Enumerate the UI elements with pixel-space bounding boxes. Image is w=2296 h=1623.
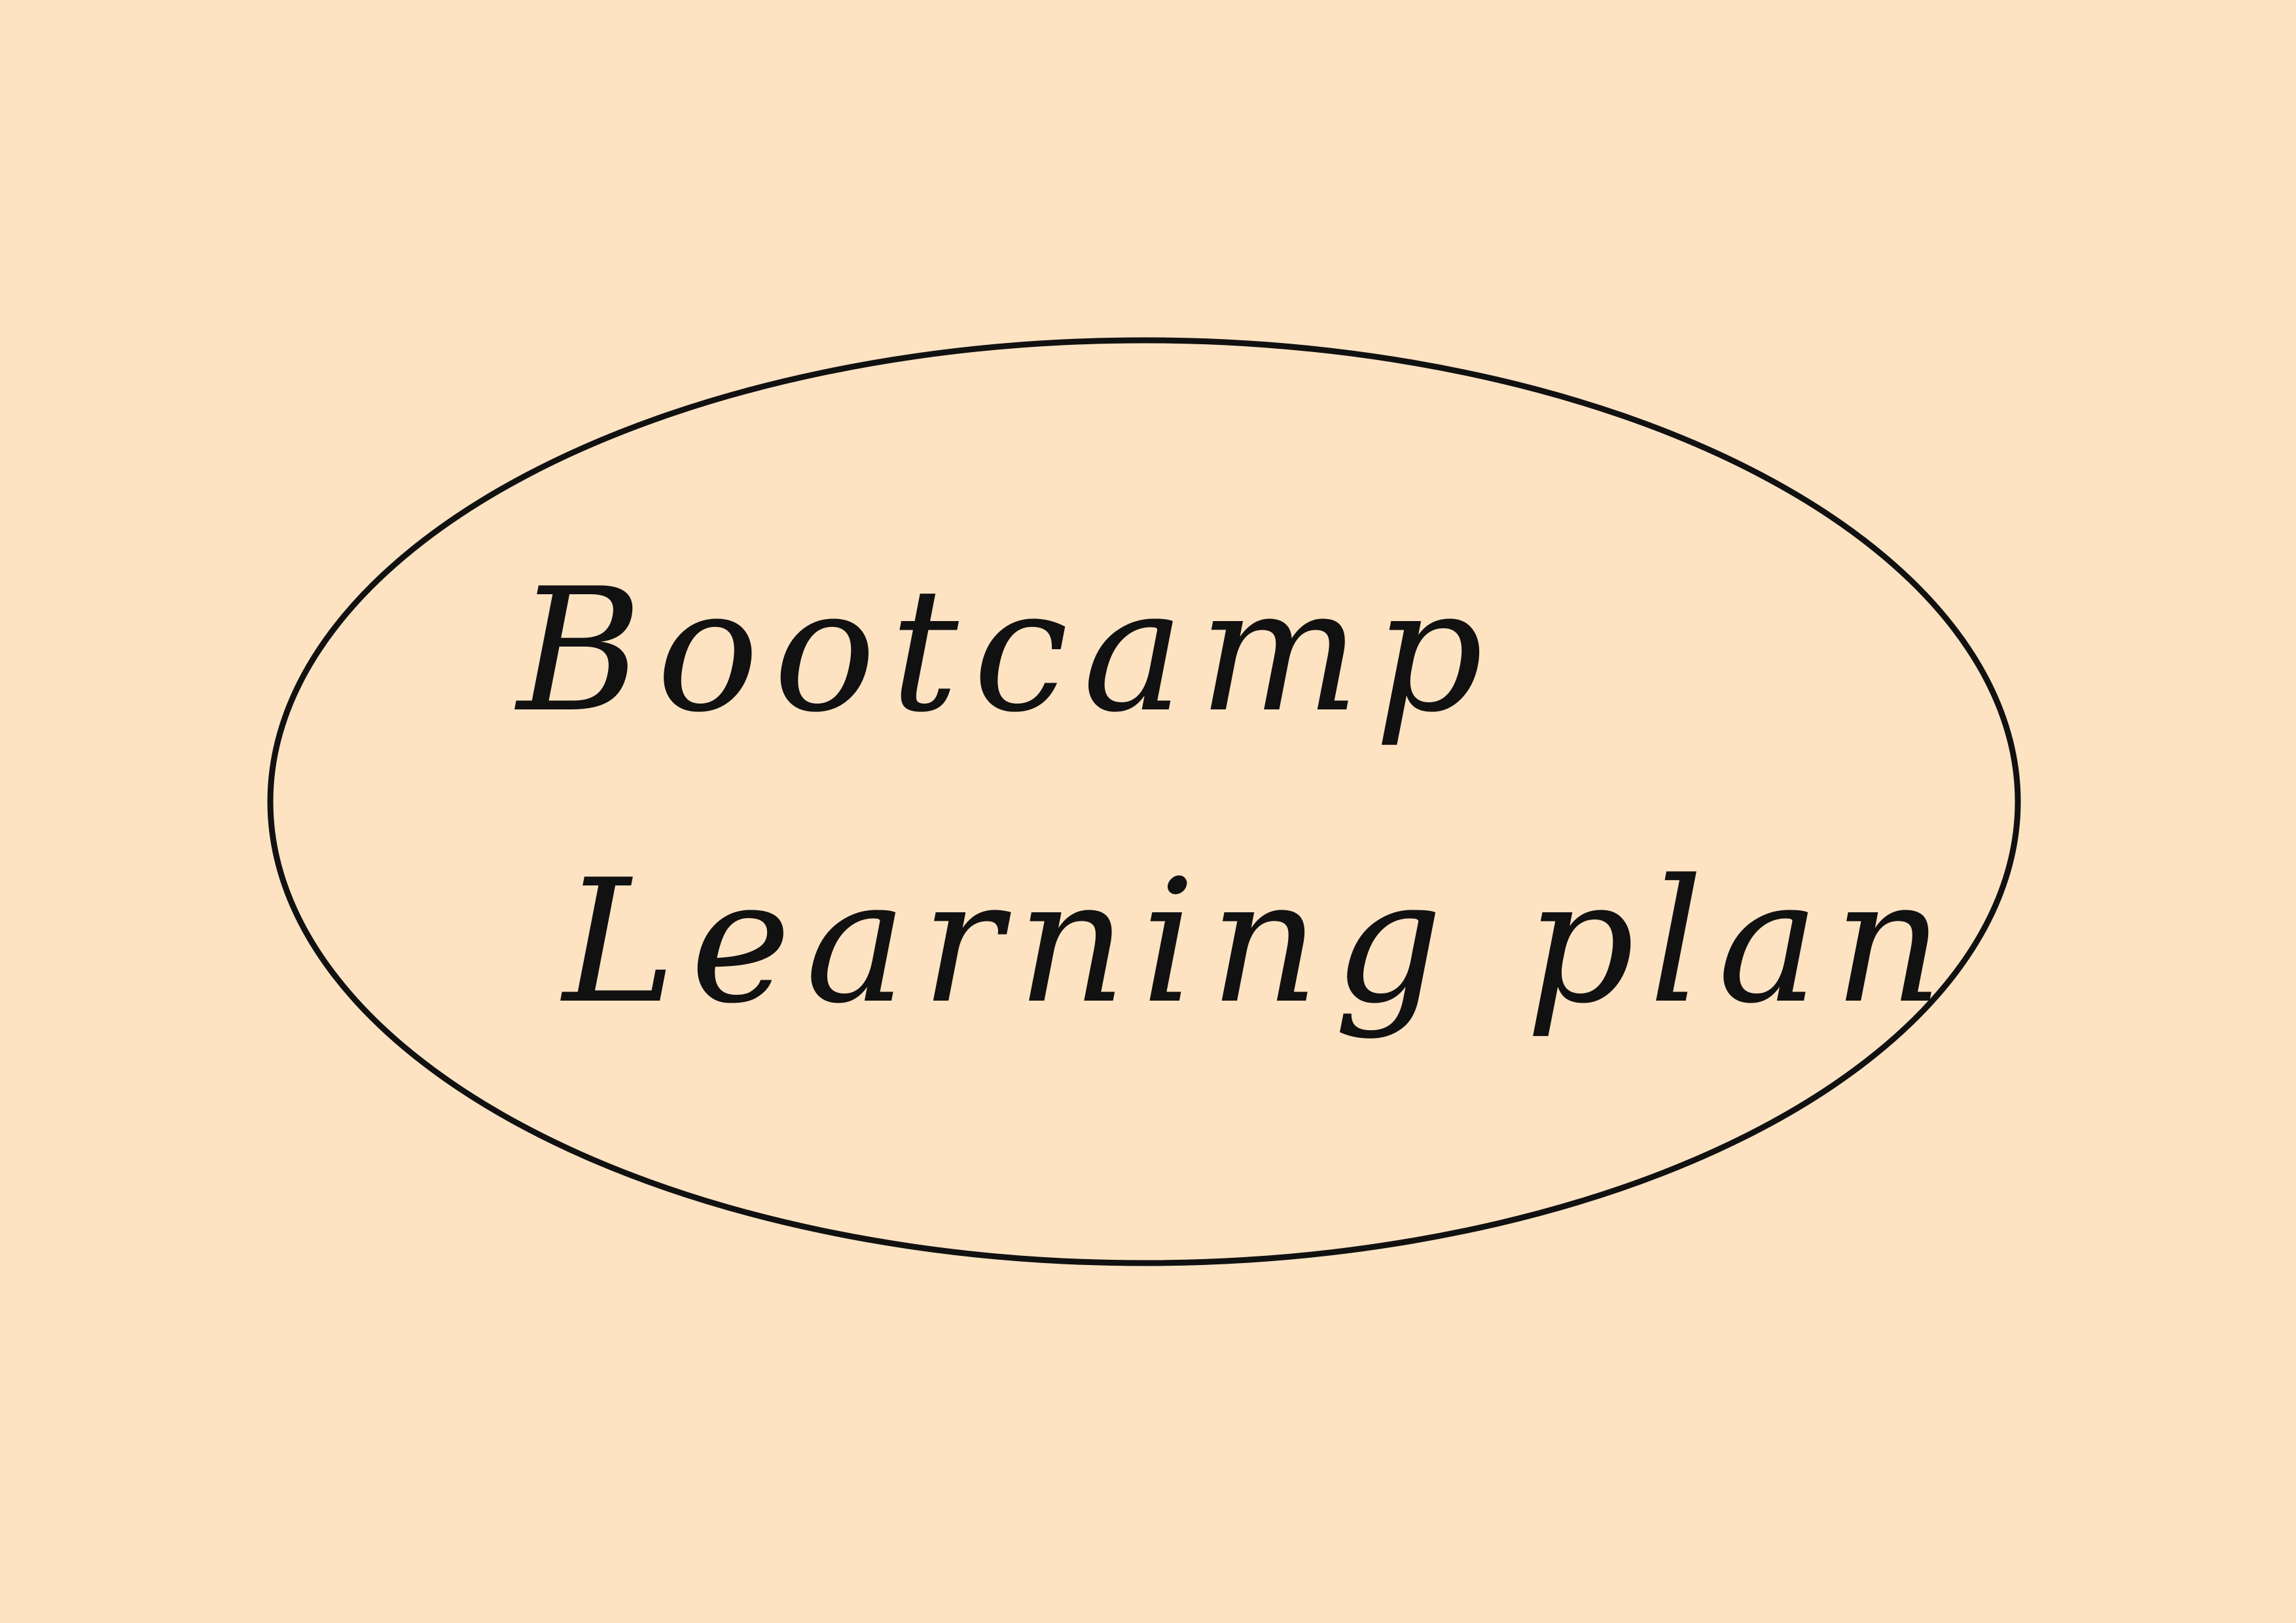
ink-ellipse — [267, 337, 2021, 1266]
title-line-bootcamp: Bootcamp — [517, 552, 1498, 750]
title-line-learning-plan: Learning plan — [563, 844, 1958, 1041]
whiteboard-canvas: Bootcamp Learning plan — [0, 0, 2296, 1623]
